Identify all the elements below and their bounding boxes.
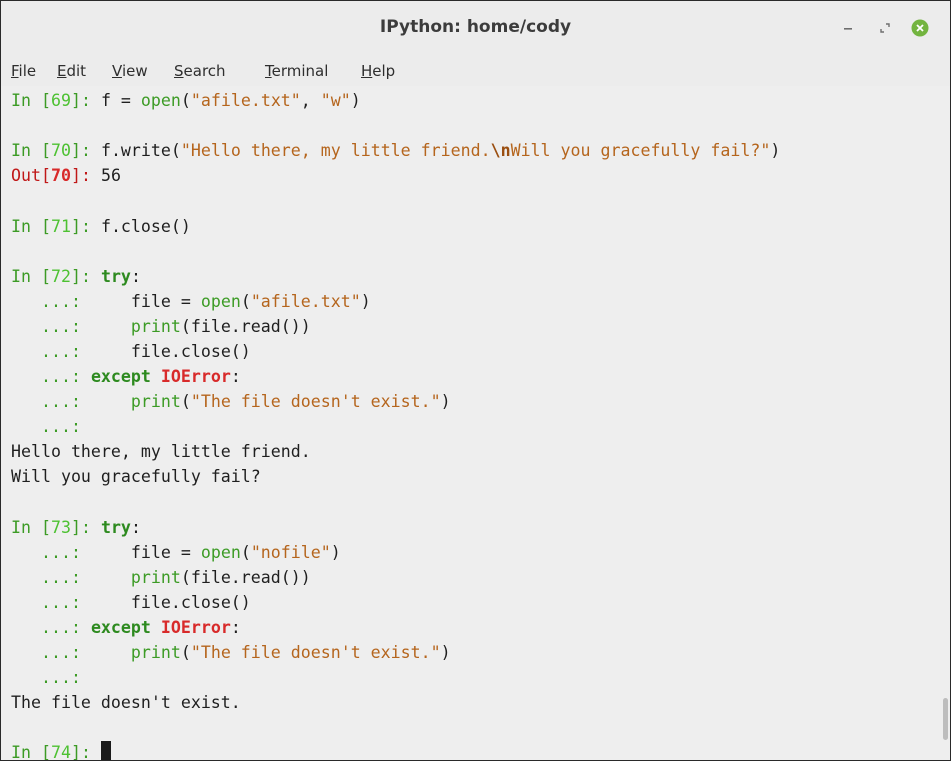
continuation-line: ...: except IOError: [11, 367, 241, 386]
input-line: In [70]: f.write("Hello there, my little… [11, 141, 781, 160]
window-title: IPython: home/cody [379, 17, 572, 37]
input-line: In [71]: f.close() [11, 217, 191, 236]
output-line: Out[70]: 56 [11, 166, 121, 185]
menu-terminal[interactable]: Terminal [265, 62, 328, 80]
continuation-line: ...: [11, 668, 81, 687]
menu-search[interactable]: Search [174, 62, 226, 80]
input-line: In [72]: try: [11, 267, 141, 286]
program-output: Hello there, my little friend. [11, 442, 311, 461]
continuation-line: ...: print("The file doesn't exist.") [11, 392, 451, 411]
maximize-icon[interactable] [876, 19, 894, 37]
continuation-line: ...: [11, 417, 81, 436]
program-output: The file doesn't exist. [11, 693, 241, 712]
input-line: In [73]: try: [11, 518, 141, 537]
menu-file[interactable]: File [11, 62, 36, 80]
continuation-line: ...: file.close() [11, 342, 251, 361]
continuation-line: ...: print(file.read()) [11, 317, 311, 336]
menu-bar: File Edit View Search Terminal Help [1, 54, 950, 86]
text-cursor [100, 741, 111, 760]
minimize-icon[interactable] [839, 19, 857, 37]
continuation-line: ...: file = open("nofile") [11, 543, 341, 562]
active-prompt[interactable]: In [74]: [11, 740, 111, 760]
continuation-line: ...: print("The file doesn't exist.") [11, 643, 451, 662]
continuation-line: ...: file.close() [11, 593, 251, 612]
title-bar[interactable]: IPython: home/cody [1, 1, 950, 54]
close-icon[interactable] [911, 19, 929, 37]
scrollbar-thumb[interactable] [943, 698, 948, 740]
program-output: Will you gracefully fail? [11, 467, 261, 486]
input-line: In [69]: f = open("afile.txt", "w") [11, 91, 361, 110]
terminal-window: IPython: home/cody File Edit View Search… [0, 0, 951, 761]
continuation-line: ...: except IOError: [11, 618, 241, 637]
continuation-line: ...: file = open("afile.txt") [11, 292, 371, 311]
continuation-line: ...: print(file.read()) [11, 568, 311, 587]
terminal-output[interactable]: In [69]: f = open("afile.txt", "w") In [… [1, 86, 950, 760]
menu-edit[interactable]: Edit [57, 62, 86, 80]
menu-help[interactable]: Help [361, 62, 395, 80]
menu-view[interactable]: View [112, 62, 148, 80]
